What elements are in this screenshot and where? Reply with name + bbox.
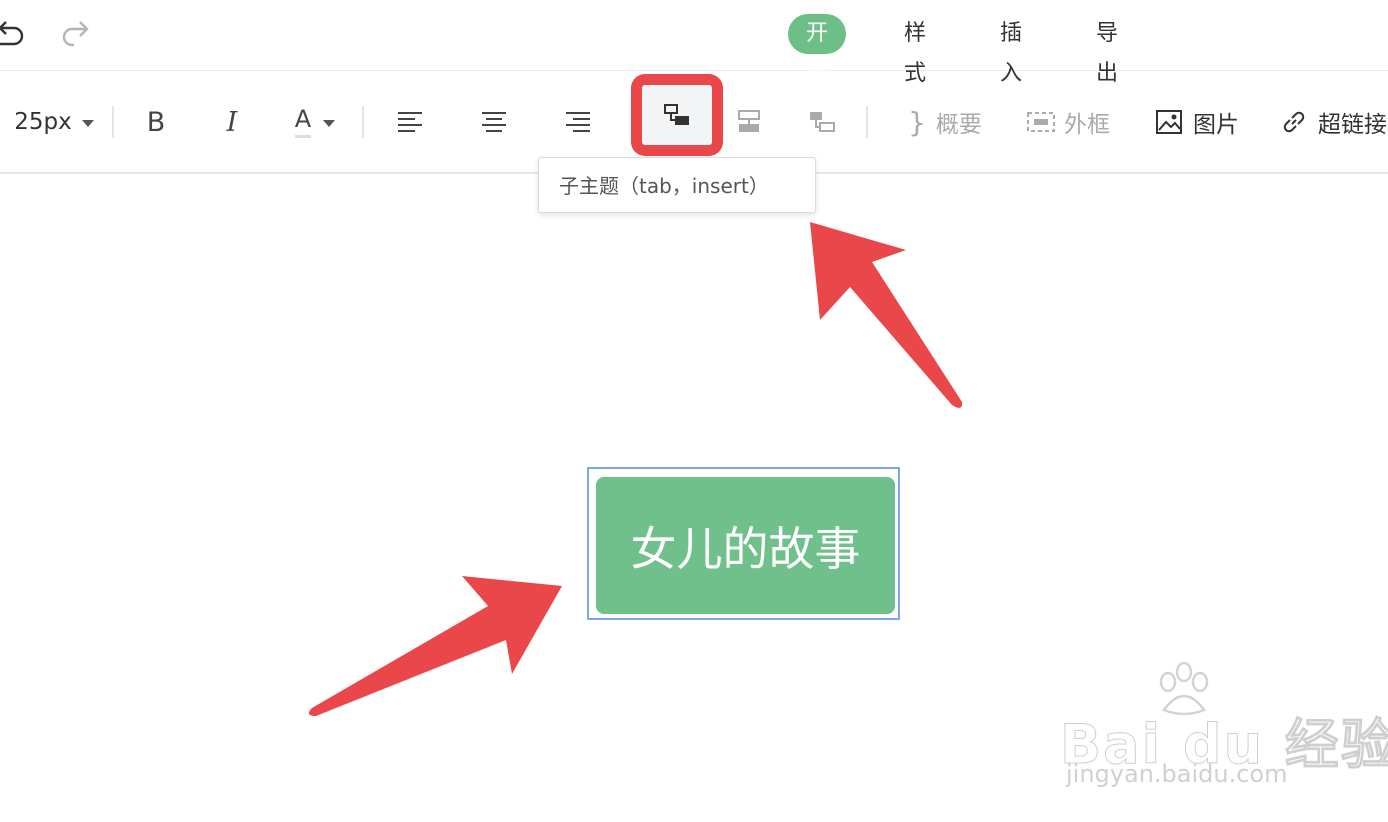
- tab-style[interactable]: 样式: [904, 14, 926, 86]
- child-topic-button[interactable]: [642, 85, 712, 145]
- chevron-down-icon: [323, 113, 336, 132]
- root-topic-text: 女儿的故事: [630, 521, 861, 576]
- align-center-button[interactable]: [478, 99, 510, 145]
- link-icon: [1283, 111, 1305, 133]
- align-right-icon: [566, 112, 590, 132]
- image-label: 图片: [1193, 112, 1239, 138]
- child-topic-tooltip: 子主题（tab，insert）: [538, 157, 816, 213]
- toolbar-separator: [362, 106, 364, 138]
- tab-export[interactable]: 导出: [1096, 14, 1118, 86]
- font-size-select[interactable]: 25px: [12, 99, 96, 145]
- parent-topic-icon: [810, 112, 835, 132]
- top-bar: 开始 样式 插入 导出: [0, 0, 1388, 86]
- arrow-to-node: [308, 576, 562, 716]
- tab-insert[interactable]: 插入: [1000, 14, 1022, 86]
- parent-topic-button[interactable]: [806, 99, 838, 145]
- frame-label: 外框: [1064, 112, 1110, 138]
- italic-button[interactable]: I: [214, 99, 250, 145]
- font-color-button[interactable]: A: [284, 99, 346, 145]
- summary-label: 概要: [935, 112, 982, 138]
- font-color-label: A: [294, 106, 312, 138]
- bold-label: B: [146, 106, 166, 138]
- hyperlink-button[interactable]: 超链接: [1280, 99, 1388, 145]
- bold-button[interactable]: B: [138, 99, 174, 145]
- toolbar-separator: [866, 106, 868, 138]
- tab-start[interactable]: 开始: [788, 14, 847, 86]
- frame-button[interactable]: 外框: [1022, 99, 1114, 145]
- sibling-topic-button[interactable]: [733, 99, 765, 145]
- toolbar-separator: [112, 106, 114, 138]
- watermark-url: jingyan.baidu.com: [1066, 760, 1288, 788]
- summary-button[interactable]: } 概要: [900, 99, 990, 145]
- image-button[interactable]: 图片: [1152, 99, 1242, 145]
- align-right-button[interactable]: [562, 99, 594, 145]
- child-topic-icon: [664, 104, 689, 125]
- hyperlink-label: 超链接: [1318, 112, 1387, 138]
- undo-icon[interactable]: [0, 20, 26, 54]
- image-icon: [1156, 110, 1182, 134]
- root-topic-node[interactable]: 女儿的故事: [596, 477, 895, 614]
- italic-label: I: [226, 106, 238, 138]
- chevron-down-icon: [81, 113, 94, 132]
- font-size-value: 25px: [14, 109, 72, 135]
- arrow-to-tooltip: [810, 222, 963, 408]
- sibling-topic-icon: [738, 110, 760, 132]
- align-center-icon: [482, 112, 506, 132]
- align-left-icon: [398, 112, 422, 132]
- child-topic-highlight: [631, 74, 723, 156]
- redo-icon[interactable]: [58, 20, 90, 54]
- frame-icon: [1027, 112, 1055, 132]
- align-left-button[interactable]: [394, 99, 426, 145]
- brace-icon: }: [908, 105, 926, 139]
